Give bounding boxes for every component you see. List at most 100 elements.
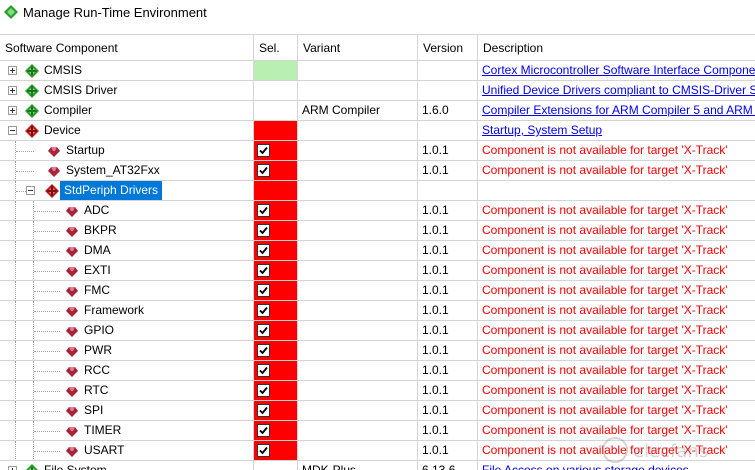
select-checkbox[interactable]: [257, 344, 270, 357]
tree-line: [34, 391, 60, 392]
component-cell[interactable]: RCC: [0, 361, 254, 381]
component-cell[interactable]: RTC: [0, 381, 254, 401]
table-row[interactable]: Compiler ARM Compiler 1.6.0 Compiler Extens…: [0, 101, 755, 121]
table-row[interactable]: StdPeriph Drivers: [0, 181, 755, 201]
table-row[interactable]: RCC 1.0.1 Component is not available for t…: [0, 361, 755, 381]
component-cell[interactable]: TIMER: [0, 421, 254, 441]
table-row[interactable]: SPI 1.0.1 Component is not available for t…: [0, 401, 755, 421]
variant-cell[interactable]: [298, 121, 418, 141]
description-cell: Component is not available for target 'X…: [478, 401, 755, 421]
selection-cell: [254, 101, 298, 121]
description-cell[interactable]: Cortex Microcontroller Software Interfac…: [478, 61, 755, 81]
expand-icon[interactable]: [8, 106, 17, 115]
component-label: RCC: [84, 363, 110, 377]
table-row[interactable]: Device Startup, System Setup: [0, 121, 755, 141]
description-link[interactable]: Unified Device Drivers compliant to CMSI…: [482, 83, 755, 97]
description-cell[interactable]: Unified Device Drivers compliant to CMSI…: [478, 81, 755, 101]
column-header-software-component[interactable]: Software Component: [0, 35, 254, 60]
select-checkbox[interactable]: [257, 204, 270, 217]
variant-cell[interactable]: [298, 321, 418, 341]
column-header-version[interactable]: Version: [418, 35, 478, 60]
expand-icon[interactable]: [8, 86, 17, 95]
variant-cell[interactable]: [298, 221, 418, 241]
table-row[interactable]: System_AT32Fxx 1.0.1 Component is not avai…: [0, 161, 755, 181]
column-header-sel[interactable]: Sel.: [254, 35, 298, 60]
table-row[interactable]: CMSIS Driver Unified Device Drivers compl…: [0, 81, 755, 101]
select-checkbox[interactable]: [257, 364, 270, 377]
collapse-icon[interactable]: [8, 126, 17, 135]
component-cell[interactable]: StdPeriph Drivers: [0, 181, 254, 201]
component-cell[interactable]: Framework: [0, 301, 254, 321]
table-row[interactable]: CMSIS Cortex Microcontroller Software Int…: [0, 61, 755, 81]
select-checkbox[interactable]: [257, 244, 270, 257]
component-cell[interactable]: Device: [0, 121, 254, 141]
variant-cell[interactable]: [298, 161, 418, 181]
component-label: CMSIS: [44, 63, 83, 77]
component-cell[interactable]: CMSIS: [0, 61, 254, 81]
select-checkbox[interactable]: [257, 424, 270, 437]
variant-cell[interactable]: [298, 381, 418, 401]
select-checkbox[interactable]: [257, 384, 270, 397]
component-cell[interactable]: Startup: [0, 141, 254, 161]
select-checkbox[interactable]: [257, 444, 270, 457]
component-label: Framework: [84, 303, 145, 317]
select-checkbox[interactable]: [257, 144, 270, 157]
variant-cell[interactable]: [298, 201, 418, 221]
description-cell[interactable]: Compiler Extensions for ARM Compiler 5 a…: [478, 101, 755, 121]
select-checkbox[interactable]: [257, 264, 270, 277]
variant-cell[interactable]: [298, 341, 418, 361]
description-cell[interactable]: Startup, System Setup: [478, 121, 755, 141]
variant-cell[interactable]: [298, 261, 418, 281]
column-header-variant[interactable]: Variant: [298, 35, 418, 60]
tree-line: [34, 451, 60, 452]
table-row[interactable]: EXTI 1.0.1 Component is not available for …: [0, 261, 755, 281]
variant-cell[interactable]: [298, 401, 418, 421]
variant-cell[interactable]: [298, 361, 418, 381]
component-cell[interactable]: System_AT32Fxx: [0, 161, 254, 181]
select-checkbox[interactable]: [257, 284, 270, 297]
table-row[interactable]: DMA 1.0.1 Component is not available for t…: [0, 241, 755, 261]
select-checkbox[interactable]: [257, 164, 270, 177]
component-cell[interactable]: DMA: [0, 241, 254, 261]
variant-cell[interactable]: [298, 141, 418, 161]
collapse-icon[interactable]: [26, 186, 35, 195]
table-row[interactable]: GPIO 1.0.1 Component is not available for …: [0, 321, 755, 341]
component-cell[interactable]: Compiler: [0, 101, 254, 121]
table-row[interactable]: PWR 1.0.1 Component is not available for t…: [0, 341, 755, 361]
select-checkbox[interactable]: [257, 324, 270, 337]
variant-cell[interactable]: [298, 281, 418, 301]
variant-cell[interactable]: [298, 181, 418, 201]
component-cell[interactable]: PWR: [0, 341, 254, 361]
variant-cell[interactable]: [298, 81, 418, 101]
select-checkbox[interactable]: [257, 304, 270, 317]
table-row[interactable]: ADC 1.0.1 Component is not available for t…: [0, 201, 755, 221]
table-row[interactable]: FMC 1.0.1 Component is not available for t…: [0, 281, 755, 301]
description-link[interactable]: Startup, System Setup: [482, 123, 602, 137]
select-checkbox[interactable]: [257, 404, 270, 417]
description-text: Component is not available for target 'X…: [482, 343, 728, 357]
expand-icon[interactable]: [8, 66, 17, 75]
component-cell[interactable]: ADC: [0, 201, 254, 221]
variant-cell[interactable]: [298, 61, 418, 81]
variant-cell[interactable]: [298, 301, 418, 321]
component-cell[interactable]: SPI: [0, 401, 254, 421]
component-cell[interactable]: FMC: [0, 281, 254, 301]
table-row[interactable]: RTC 1.0.1 Component is not available for t…: [0, 381, 755, 401]
description-link[interactable]: Compiler Extensions for ARM Compiler 5 a…: [482, 103, 755, 117]
component-cell[interactable]: USART: [0, 441, 254, 461]
component-cell[interactable]: GPIO: [0, 321, 254, 341]
variant-cell[interactable]: [298, 441, 418, 461]
component-cell[interactable]: BKPR: [0, 221, 254, 241]
column-header-description[interactable]: Description: [478, 35, 755, 60]
variant-cell[interactable]: [298, 241, 418, 261]
description-link[interactable]: Cortex Microcontroller Software Interfac…: [482, 63, 755, 77]
select-checkbox[interactable]: [257, 224, 270, 237]
variant-cell[interactable]: [298, 421, 418, 441]
table-row[interactable]: BKPR 1.0.1 Component is not available for …: [0, 221, 755, 241]
table-row[interactable]: Startup 1.0.1 Component is not available f…: [0, 141, 755, 161]
component-cell[interactable]: CMSIS Driver: [0, 81, 254, 101]
expand-icon[interactable]: [8, 466, 17, 470]
table-row[interactable]: Framework 1.0.1 Component is not available…: [0, 301, 755, 321]
variant-cell[interactable]: ARM Compiler: [298, 101, 418, 121]
component-cell[interactable]: EXTI: [0, 261, 254, 281]
